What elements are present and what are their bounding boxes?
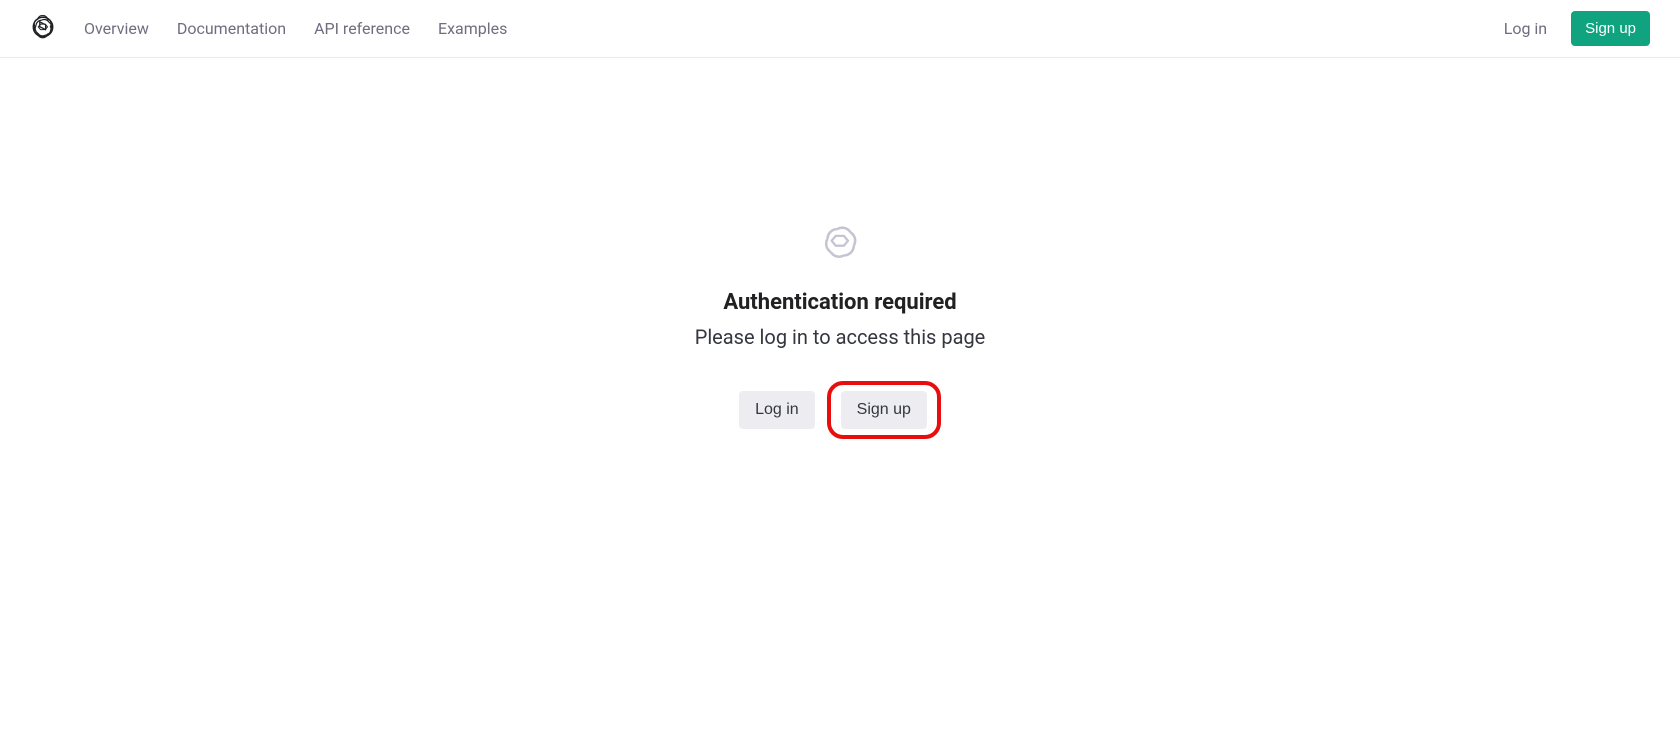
center-logo — [817, 218, 863, 268]
nav-documentation[interactable]: Documentation — [177, 19, 286, 38]
annotation-highlight: Sign up — [827, 381, 941, 439]
nav-overview[interactable]: Overview — [84, 19, 149, 38]
auth-buttons: Log in Sign up — [739, 381, 941, 439]
nav-api-reference[interactable]: API reference — [314, 19, 410, 38]
header-signup-button[interactable]: Sign up — [1571, 11, 1650, 46]
login-button[interactable]: Log in — [739, 391, 815, 429]
openai-logo-icon — [30, 14, 56, 44]
nav-right: Log in Sign up — [1504, 11, 1650, 46]
nav-left: Overview Documentation API reference Exa… — [30, 14, 507, 44]
main-content: Authentication required Please log in to… — [0, 58, 1680, 439]
auth-title: Authentication required — [723, 290, 956, 315]
header-login-link[interactable]: Log in — [1504, 19, 1547, 38]
signup-button[interactable]: Sign up — [841, 391, 927, 429]
auth-subtitle: Please log in to access this page — [695, 325, 986, 349]
nav-examples[interactable]: Examples — [438, 19, 507, 38]
openai-logo-icon — [817, 249, 863, 268]
nav-links: Overview Documentation API reference Exa… — [84, 19, 507, 38]
top-nav: Overview Documentation API reference Exa… — [0, 0, 1680, 58]
openai-logo[interactable] — [30, 14, 56, 44]
